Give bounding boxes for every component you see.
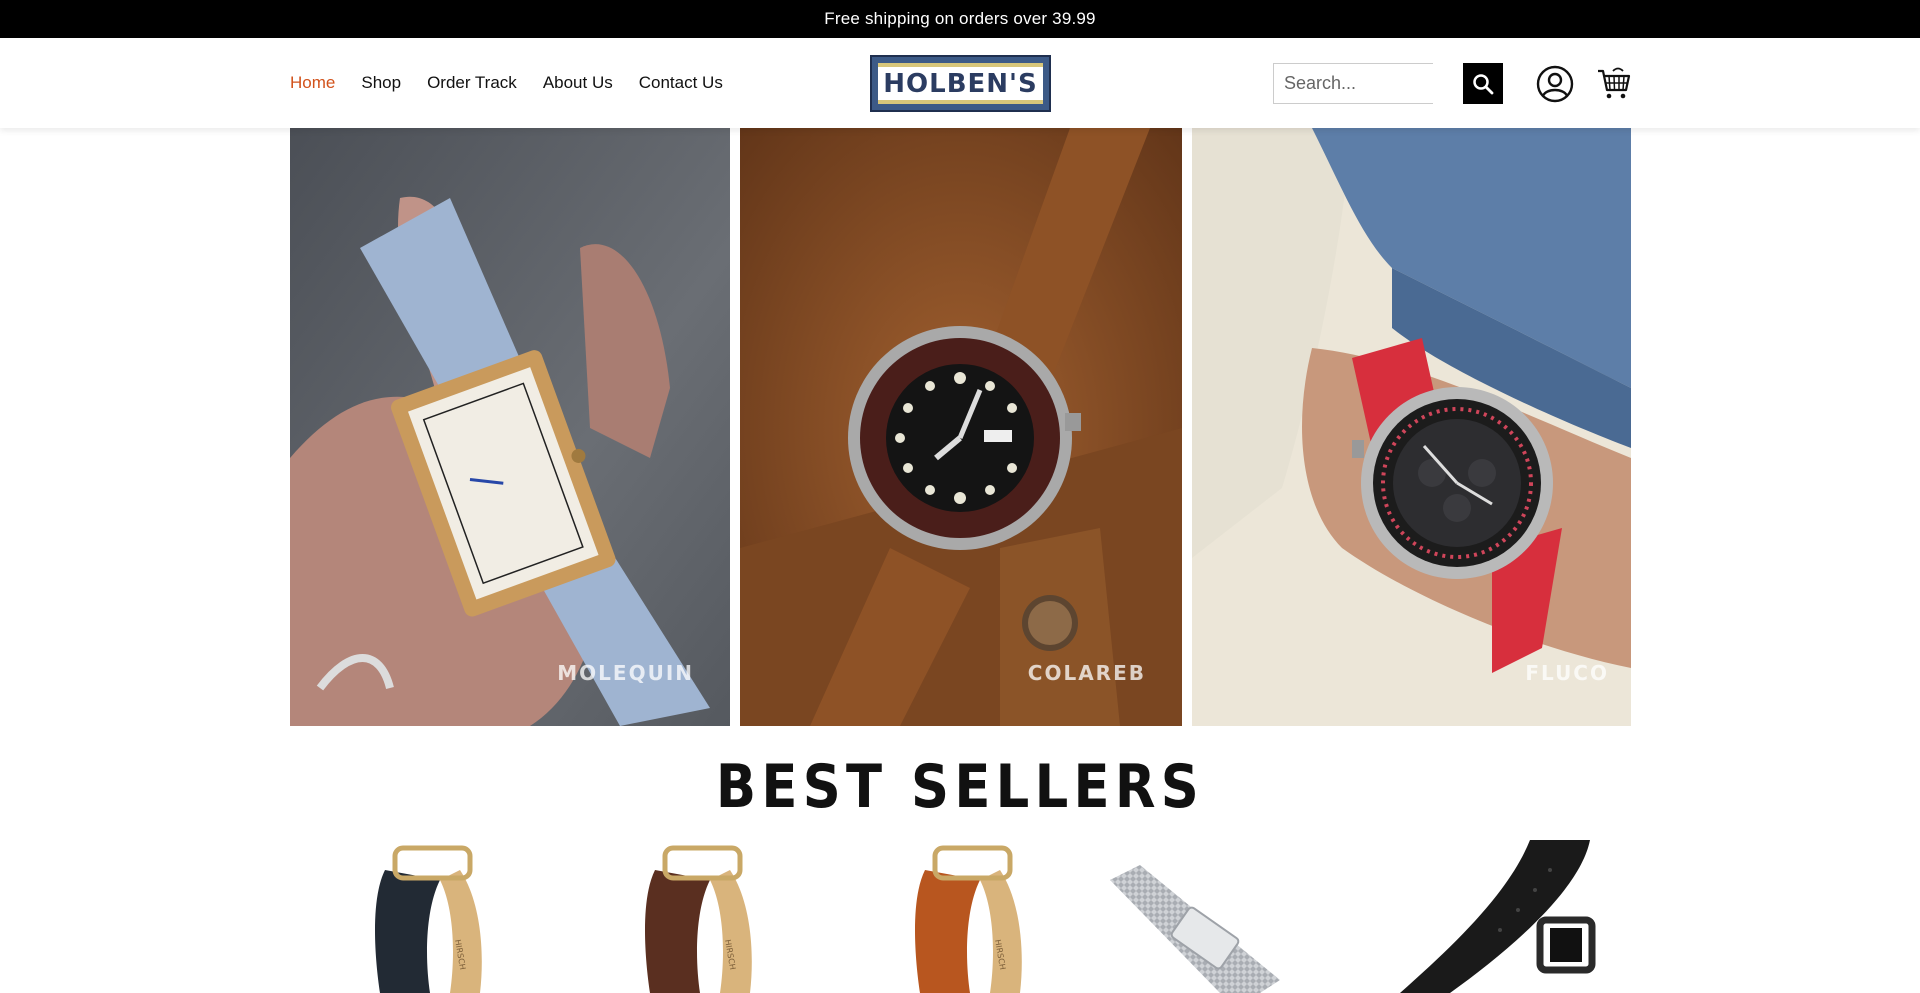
hero-image-colareb: COLAREB xyxy=(740,128,1182,726)
holbens-logo[interactable]: HOLBEN'S xyxy=(870,55,1051,112)
cart-icon[interactable] xyxy=(1596,65,1632,101)
nav-about-us[interactable]: About Us xyxy=(543,73,613,93)
collection-panel-molequin[interactable]: MOLEQUIN xyxy=(290,128,730,726)
best-sellers-row: HIRSCH HIRSCH HIRSCH xyxy=(290,840,1631,993)
nav-home[interactable]: Home xyxy=(290,73,335,93)
hero-image-fluco: FLUCO xyxy=(1192,128,1631,726)
logo-text: HOLBEN'S xyxy=(883,68,1038,99)
collection-panel-colareb[interactable]: COLAREB xyxy=(740,128,1182,726)
collection-panel-fluco[interactable]: FLUCO xyxy=(1192,128,1631,726)
announcement-text: Free shipping on orders over 39.99 xyxy=(824,9,1096,28)
main-nav: Home Shop Order Track About Us Contact U… xyxy=(290,38,723,128)
announcement-bar: Free shipping on orders over 39.99 xyxy=(0,0,1920,38)
product-image-black-strap xyxy=(1400,840,1596,993)
nav-order-track[interactable]: Order Track xyxy=(427,73,517,93)
site-header: Home Shop Order Track About Us Contact U… xyxy=(0,38,1920,128)
product-card[interactable]: HIRSCH xyxy=(870,840,1060,993)
logo-badge: HOLBEN'S xyxy=(878,63,1043,104)
product-image-tan-strap: HIRSCH xyxy=(915,845,1022,993)
collection-label-fluco: FLUCO xyxy=(1525,661,1609,685)
product-image-brown-strap: HIRSCH xyxy=(645,845,752,993)
collection-label-molequin: MOLEQUIN xyxy=(557,661,694,685)
search-input[interactable] xyxy=(1273,63,1433,104)
search-icon xyxy=(1473,73,1494,94)
collection-label-colareb: COLAREB xyxy=(1028,661,1146,685)
nav-contact-us[interactable]: Contact Us xyxy=(639,73,723,93)
search-button[interactable] xyxy=(1463,63,1503,104)
product-card[interactable]: HIRSCH xyxy=(600,840,790,993)
nav-shop[interactable]: Shop xyxy=(361,73,401,93)
hero-collections: MOLEQUIN COLAREB FLUCO xyxy=(290,128,1631,726)
product-image-navy-strap: HIRSCH xyxy=(375,845,482,993)
product-image-mesh-bracelet xyxy=(1110,865,1280,993)
product-card[interactable] xyxy=(1100,840,1300,993)
user-circle-icon[interactable] xyxy=(1536,65,1574,103)
best-sellers-title: BEST SELLERS xyxy=(715,752,1205,822)
product-card[interactable]: HIRSCH xyxy=(330,840,520,993)
hero-image-molequin: MOLEQUIN xyxy=(290,128,730,726)
product-card[interactable] xyxy=(1390,840,1610,993)
